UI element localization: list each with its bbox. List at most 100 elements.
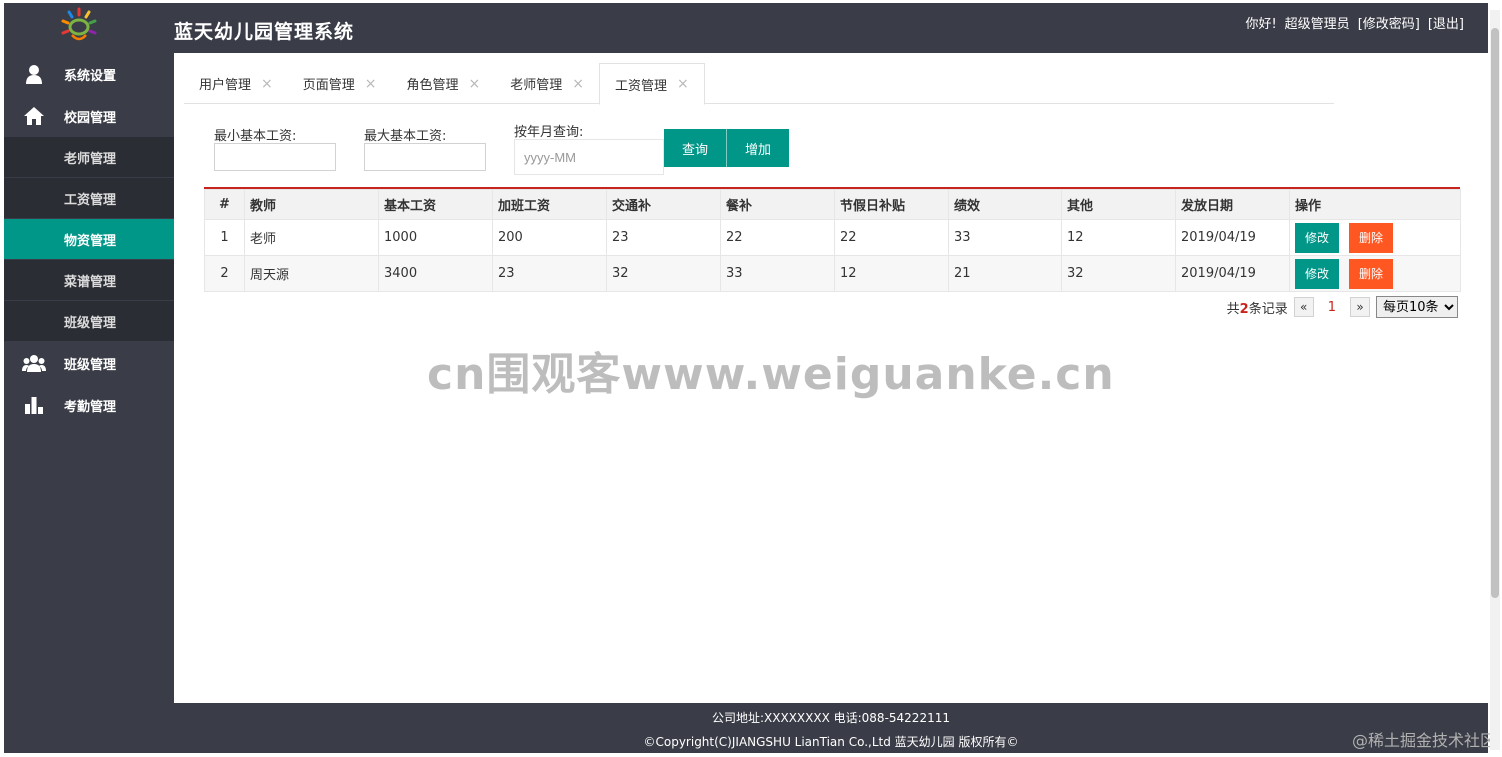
table-header-row: # 教师 基本工资 加班工资 交通补 餐补 节假日补贴 绩效 其他 发放日期 操…: [204, 189, 1461, 220]
column-header: 基本工资: [378, 189, 493, 220]
sidebar-item-attendance[interactable]: 考勤管理: [4, 384, 174, 426]
footer-address: 公司地址:XXXXXXXX 电话:088-54222111: [712, 711, 950, 725]
edit-button[interactable]: 修改: [1295, 258, 1340, 289]
cell-base-salary: 3400: [378, 255, 493, 292]
column-header: 其他: [1061, 189, 1176, 220]
logout-link[interactable]: [退出]: [1428, 13, 1464, 32]
greeting-text: 你好!: [1245, 17, 1277, 32]
record-prefix: 共: [1226, 301, 1240, 317]
sidebar-item-label: 校园管理: [64, 110, 117, 126]
cell-teacher: 老师: [244, 219, 379, 256]
current-page[interactable]: 1: [1320, 300, 1344, 315]
page-size-select[interactable]: 每页10条: [1376, 296, 1458, 318]
prev-page-button[interactable]: «: [1293, 297, 1314, 317]
watermark-text: cn围观客www.weiguanke.cn: [427, 349, 1115, 400]
column-header: 节假日补贴: [834, 189, 949, 220]
sidebar-item-campus[interactable]: 校园管理: [4, 95, 174, 137]
action-buttons: 查询 增加: [664, 129, 790, 167]
sidebar-subitem-menu[interactable]: 菜谱管理: [4, 260, 174, 301]
edit-button[interactable]: 修改: [1295, 222, 1340, 253]
pagination: 共2条记录 « 1 » 每页10条: [1227, 296, 1458, 318]
record-suffix: 条记录: [1248, 301, 1288, 317]
change-password-link[interactable]: [修改密码]: [1358, 13, 1420, 32]
cell-overtime: 23: [492, 255, 607, 292]
delete-button[interactable]: 删除: [1349, 222, 1394, 253]
cell-base-salary: 1000: [378, 219, 493, 256]
app-title: 蓝天幼儿园管理系统: [174, 21, 355, 43]
cell-meal: 33: [720, 255, 835, 292]
close-icon[interactable]: ×: [469, 76, 481, 92]
column-header: 餐补: [720, 189, 835, 220]
cell-date: 2019/04/19: [1175, 255, 1290, 292]
column-header: 加班工资: [492, 189, 607, 220]
add-button[interactable]: 增加: [726, 129, 790, 167]
column-header: 发放日期: [1175, 189, 1290, 220]
salary-table: # 教师 基本工资 加班工资 交通补 餐补 节假日补贴 绩效 其他 发放日期 操…: [204, 187, 1461, 292]
user-icon: [22, 63, 46, 85]
table-row: 2 周天源 3400 23 32 33 12 21 32 2019/04/19 …: [204, 255, 1461, 292]
query-button[interactable]: 查询: [664, 129, 727, 167]
tab-role-management[interactable]: 角色管理 ×: [392, 63, 496, 104]
filter-bar: 最小基本工资: 最大基本工资: 按年月查询: 查询 增加: [214, 123, 1114, 183]
sidebar-item-label: 考勤管理: [64, 399, 117, 415]
column-header: #: [204, 189, 245, 220]
footer-copyright: ©Copyright(C)JIANGSHU LianTian Co.,Ltd 蓝…: [643, 735, 1019, 749]
bar-chart-icon: [22, 394, 46, 416]
cell-teacher: 周天源: [244, 255, 379, 292]
column-header: 绩效: [948, 189, 1062, 220]
cell-actions: 修改 删除: [1289, 219, 1461, 256]
sidebar-subitem-salary[interactable]: 工资管理: [4, 178, 174, 219]
cell-performance: 33: [948, 219, 1062, 256]
record-count: 共2条记录: [1227, 298, 1288, 317]
tab-label: 用户管理: [199, 78, 252, 93]
cell-meal: 22: [720, 219, 835, 256]
sidebar-item-class[interactable]: 班级管理: [4, 342, 174, 384]
corner-watermark: @稀土掘金技术社区: [1351, 731, 1496, 750]
sidebar-subitem-teachers[interactable]: 老师管理: [4, 137, 174, 178]
cell-other: 32: [1061, 255, 1176, 292]
tab-page-management[interactable]: 页面管理 ×: [288, 63, 392, 104]
cell-no: 1: [204, 219, 245, 256]
kindergarten-logo-icon: [61, 7, 97, 41]
tab-label: 页面管理: [302, 78, 355, 93]
column-header: 操作: [1289, 189, 1461, 220]
min-salary-label: 最小基本工资:: [214, 129, 297, 144]
sidebar: 系统设置 校园管理 老师管理 工资管理 物资管理 菜谱管理 班级管理 班级管理 …: [4, 53, 174, 703]
sidebar-subitem-supplies[interactable]: 物资管理: [4, 219, 174, 260]
group-icon: [22, 352, 46, 374]
min-salary-input[interactable]: [214, 143, 336, 171]
column-header: 交通补: [606, 189, 721, 220]
cell-date: 2019/04/19: [1175, 219, 1290, 256]
cell-holiday: 12: [834, 255, 949, 292]
tab-salary-management[interactable]: 工资管理 ×: [599, 63, 705, 105]
tab-label: 老师管理: [510, 78, 563, 93]
max-salary-input[interactable]: [364, 143, 486, 171]
close-icon[interactable]: ×: [572, 76, 584, 92]
record-total: 2: [1239, 301, 1249, 317]
close-icon[interactable]: ×: [677, 76, 689, 92]
tab-teacher-management[interactable]: 老师管理 ×: [495, 63, 599, 104]
sidebar-item-label: 系统设置: [64, 68, 117, 84]
scrollbar-thumb[interactable]: [1491, 28, 1499, 598]
next-page-button[interactable]: »: [1350, 297, 1370, 317]
sidebar-item-system-settings[interactable]: 系统设置: [4, 53, 174, 95]
sidebar-item-label: 班级管理: [64, 357, 117, 373]
tab-user-management[interactable]: 用户管理 ×: [184, 63, 288, 104]
table-row: 1 老师 1000 200 23 22 22 33 12 2019/04/19 …: [204, 219, 1461, 256]
cell-other: 12: [1061, 219, 1176, 256]
cell-actions: 修改 删除: [1289, 255, 1461, 292]
close-icon[interactable]: ×: [261, 76, 273, 92]
cell-traffic: 32: [606, 255, 721, 292]
sidebar-subitem-class[interactable]: 班级管理: [4, 301, 174, 342]
user-links: 你好! 超级管理员 [修改密码] [退出]: [1245, 13, 1464, 32]
month-input[interactable]: [514, 139, 664, 175]
close-icon[interactable]: ×: [365, 76, 377, 92]
cell-holiday: 22: [834, 219, 949, 256]
cell-overtime: 200: [492, 219, 607, 256]
username-text: 超级管理员: [1284, 17, 1350, 32]
app-window: 蓝天幼儿园管理系统 你好! 超级管理员 [修改密码] [退出] 系统设置 校园管…: [4, 3, 1488, 753]
month-query-label: 按年月查询:: [514, 125, 584, 140]
cell-traffic: 23: [606, 219, 721, 256]
page-scrollbar[interactable]: [1490, 10, 1500, 750]
delete-button[interactable]: 删除: [1349, 258, 1394, 289]
